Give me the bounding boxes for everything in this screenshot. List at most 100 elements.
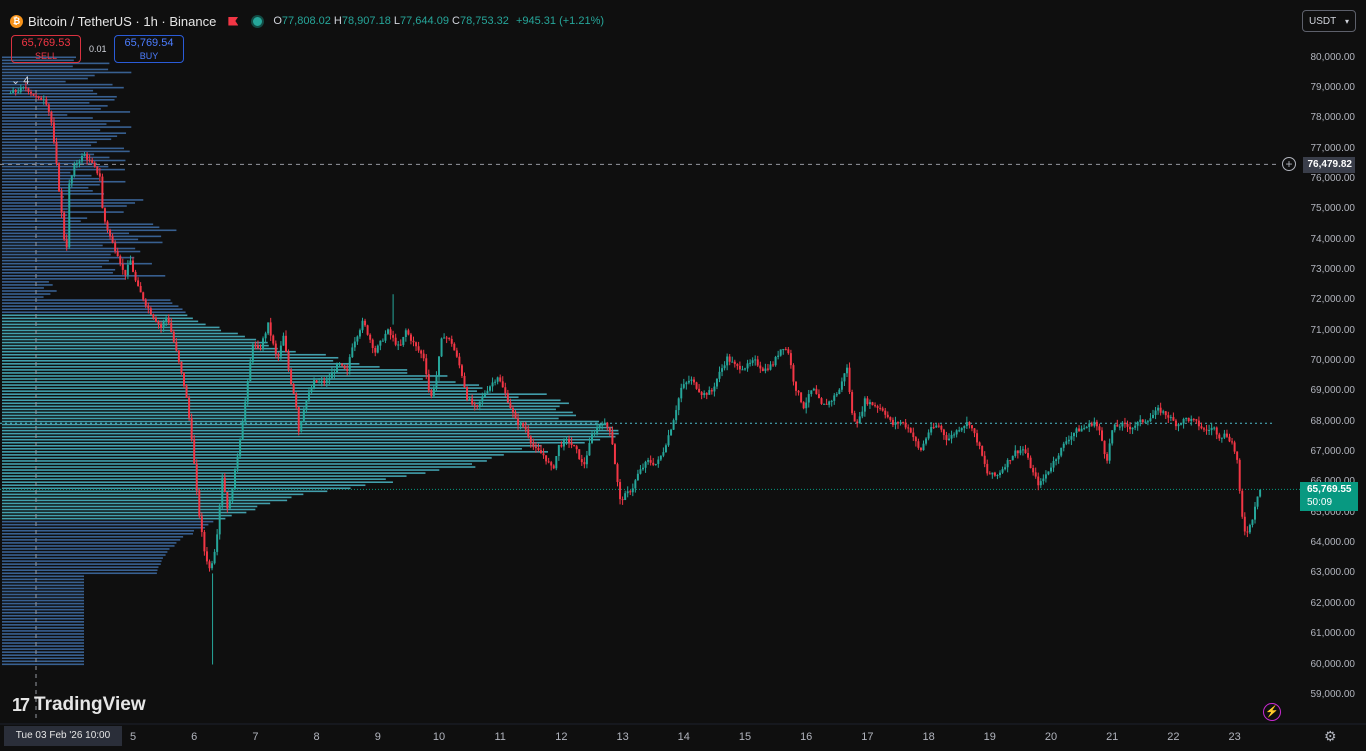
volume-profile-bar [2,493,304,496]
price-tick-label: 59,000.00 [1310,688,1356,700]
candle-up-body [432,387,435,396]
candle-up-body [1248,524,1251,533]
candle-up-body [1223,433,1226,438]
time-tick-label: 17 [861,731,874,743]
candle-down-body [315,380,318,383]
candle-up-body [726,356,729,366]
candle-down-body [919,447,922,451]
volume-profile-bar [2,441,585,444]
candle-up-body [249,362,252,382]
candle-up-body [12,90,15,93]
gear-icon[interactable]: ⚙ [1324,728,1337,745]
candle-up-body [744,368,746,370]
candle-down-body [698,388,701,393]
volume-profile-bar [2,551,168,553]
time-tick-label: 15 [738,731,752,743]
candle-up-body [927,432,930,439]
candle-down-body [149,308,152,315]
candle-up-body [338,363,341,365]
price-tick-label: 60,000.00 [1310,658,1356,670]
candle-down-body [272,335,275,344]
candle-up-body [358,330,361,337]
buy-button[interactable]: 65,769.54 BUY [114,35,184,63]
candle-up-body [1065,441,1068,444]
volume-profile-bar [2,193,105,195]
candle-down-body [1027,453,1030,458]
volume-profile-bar [2,387,483,389]
candle-up-body [325,380,328,383]
buy-label: BUY [139,51,159,61]
candle-down-body [476,405,479,407]
candle-down-body [1215,427,1218,435]
candle-up-body [1083,428,1086,430]
indicator-collapse-toggle[interactable]: ⌄ 4 [11,74,39,88]
candle-down-body [611,431,614,445]
volume-profile-bar [2,332,238,335]
candle-down-body [116,251,119,257]
price-chart[interactable] [0,0,1366,751]
candle-down-body [534,446,537,448]
volume-profile-bar [2,281,49,283]
symbol-title[interactable]: Bitcoin / TetherUS · 1h · Binance [28,14,216,29]
sell-button[interactable]: 65,769.53 SELL [11,35,81,63]
candle-up-body [677,398,680,411]
candle-up-body [601,424,604,426]
candle-down-body [91,160,94,163]
volume-profile-bar [2,199,144,201]
volume-profile-bar [2,208,68,210]
tradingview-logo[interactable]: 17 TradingView [12,694,146,716]
candle-up-body [642,467,644,470]
volume-profile-bar [2,523,209,526]
candle-up-body [216,534,219,552]
candle-down-body [47,104,50,112]
candle-up-body [598,425,601,428]
candle-down-body [580,459,583,463]
candle-down-body [988,473,991,475]
time-tick-label: 23 [1228,731,1241,743]
volume-profile-bar [2,144,92,147]
candle-up-body [596,427,599,433]
candle-up-body [1190,418,1193,422]
lightning-icon[interactable]: ⚡ [1263,703,1281,721]
close-value: 78,753.32 [459,15,509,27]
candle-up-body [1210,427,1213,431]
candle-up-body [840,381,843,390]
candle-down-body [524,426,527,430]
order-quantity[interactable]: 0.01 [89,44,107,54]
candle-up-body [1011,455,1014,461]
candle-down-body [154,317,157,322]
currency-select[interactable]: USDT ▾ [1302,10,1356,32]
candle-down-body [652,462,655,465]
candle-down-body [297,407,300,432]
candle-up-body [494,381,497,383]
candle-up-body [703,393,706,396]
candle-up-body [356,336,359,342]
candle-down-body [121,263,124,270]
volume-profile-bar [2,129,101,131]
candle-down-body [453,343,456,351]
volume-profile-bar [2,187,89,189]
volume-profile-bar [2,624,84,626]
candle-down-body [101,176,104,209]
volume-profile-bar [2,572,157,575]
flag-icon[interactable] [228,16,239,26]
candle-up-body [228,501,231,509]
candle-down-body [417,346,420,351]
candle-down-body [756,359,759,366]
candle-up-body [1006,460,1009,468]
volume-profile-bar [2,126,132,128]
candle-down-body [389,329,392,336]
time-tick-label: 6 [191,731,198,743]
volume-profile-bar [2,602,84,605]
candle-up-body [807,394,810,403]
candle-up-body [557,445,560,457]
volume-profile-bar [2,581,84,584]
logo-text: TradingView [34,694,146,715]
volume-profile-bar [2,627,84,629]
time-tick-label: 13 [616,731,629,743]
candle-down-body [139,285,142,293]
candle-down-body [88,159,91,161]
candle-down-body [409,334,412,341]
candle-up-body [1075,428,1078,433]
plus-circle-icon[interactable]: + [1282,157,1296,171]
